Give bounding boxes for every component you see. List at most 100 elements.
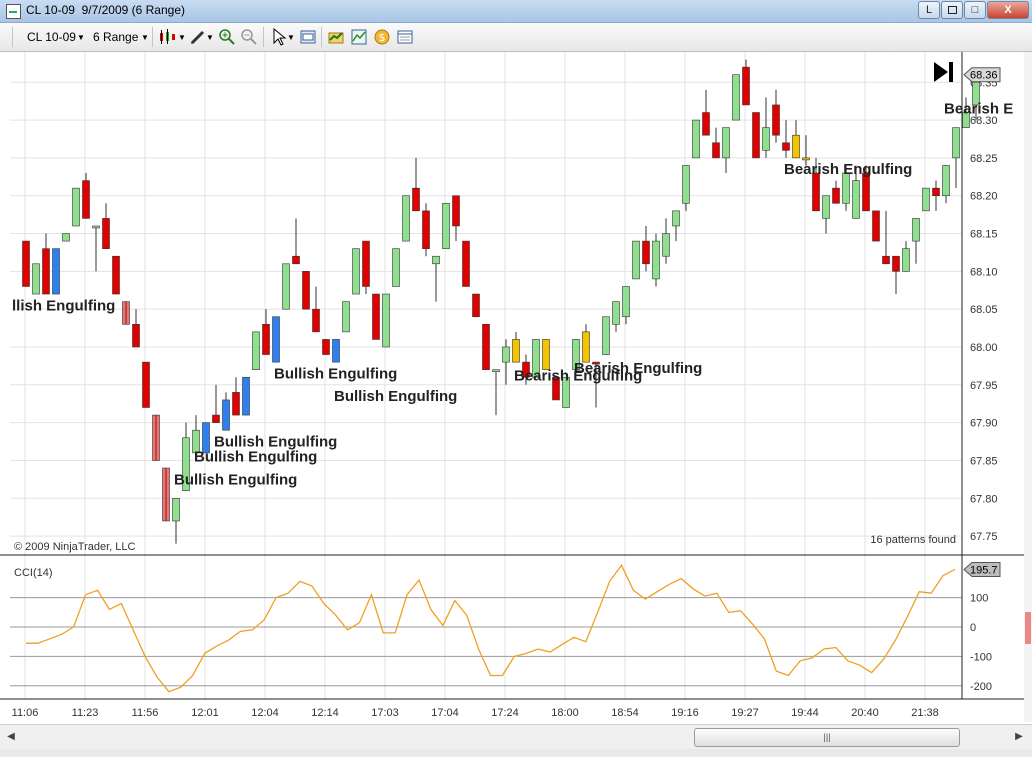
time-axis-tick-label: 19:27: [731, 707, 759, 719]
candle-body: [212, 414, 220, 423]
candle-body: [752, 112, 760, 159]
scroll-right-icon[interactable]: ▶: [1012, 729, 1026, 745]
toolbar-separator: [152, 27, 153, 47]
candlestick-style-icon[interactable]: [158, 28, 176, 46]
scroll-left-icon[interactable]: ◀: [4, 729, 18, 745]
candle-body: [812, 172, 820, 212]
dollar-icon[interactable]: $: [373, 28, 391, 46]
chart-canvas[interactable]: 68.3568.3068.2568.2068.1568.1068.0568.00…: [0, 52, 1032, 722]
time-axis-tick-label: 19:44: [791, 707, 819, 719]
scrollbar-thumb[interactable]: |||: [694, 728, 960, 747]
candle-body: [302, 271, 310, 310]
candle-body: [352, 248, 360, 295]
candle-body: [312, 308, 320, 333]
zoom-in-icon[interactable]: [218, 28, 236, 46]
interval-dropdown-icon[interactable]: ▼: [141, 33, 149, 42]
candle-body: [472, 293, 480, 318]
candle-body: [102, 218, 110, 249]
candle-body: [282, 263, 290, 310]
title-bar: CL 10-09 9/7/2009 (6 Range) L □ X: [0, 0, 1032, 23]
candle-body: [642, 240, 650, 265]
chart-area[interactable]: 68.35 68.30 68.25 68.20 68.15 68.10 68.05 68.00…: [0, 52, 1032, 722]
time-axis-tick-label: 12:14: [311, 707, 339, 719]
time-axis-tick-label: 18:54: [611, 707, 639, 719]
candle-body: [852, 180, 860, 219]
svg-text:$: $: [379, 31, 386, 44]
time-axis-tick-label: 12:04: [251, 707, 279, 719]
instrument-selector[interactable]: CL 10-09: [27, 30, 76, 44]
price-axis-tick-label: 67.95: [970, 380, 998, 392]
window-title: CL 10-09 9/7/2009 (6 Range): [26, 3, 185, 17]
candle-body: [932, 187, 940, 197]
status-bar: [0, 749, 1032, 757]
restore-icon: [947, 6, 957, 14]
price-axis-tick-label: 67.85: [970, 455, 998, 467]
strategy-icon[interactable]: [327, 28, 345, 46]
candle-body: [32, 263, 40, 295]
cci-axis-tick-label: -200: [970, 681, 992, 693]
chart-toolbar: CL 10-09 ▼ 6 Range ▼ ▼ ▼ ▼ $: [0, 23, 1032, 52]
toolbar-separator: [321, 27, 322, 47]
candle-body: [612, 301, 620, 325]
instrument-dropdown-icon[interactable]: ▼: [77, 33, 85, 42]
candle-body: [912, 218, 920, 242]
candle-body: [412, 187, 420, 212]
drawing-tool-icon[interactable]: [189, 28, 207, 46]
candle-body: [222, 399, 230, 431]
pattern-annotation: Bullish Engulfing: [274, 365, 397, 382]
candle-body: [392, 248, 400, 287]
price-axis-tick-label: 68.05: [970, 304, 998, 316]
go-to-end-bar-icon: [949, 62, 953, 82]
candle-body: [512, 339, 520, 363]
last-price-label: 68.36: [970, 70, 998, 82]
candle-body: [732, 74, 740, 121]
candle-body: [832, 187, 840, 204]
candle-body: [862, 172, 870, 212]
minimize-button[interactable]: L: [918, 1, 940, 19]
toolbar-separator: [263, 27, 264, 47]
candle-body: [172, 497, 180, 522]
candle-body: [322, 339, 330, 355]
candle-body: [402, 195, 410, 242]
time-axis-tick-label: 20:40: [851, 707, 879, 719]
properties-icon[interactable]: [299, 28, 317, 46]
time-axis-tick-label: 21:38: [911, 707, 939, 719]
candle-body: [602, 316, 610, 355]
close-button[interactable]: X: [987, 1, 1029, 19]
price-axis-tick-label: 68.20: [970, 191, 998, 203]
restore-button[interactable]: [941, 1, 963, 19]
pattern-annotation: Bearish Engulfing: [784, 161, 912, 178]
data-box-icon[interactable]: [396, 28, 414, 46]
pattern-annotation: llish Engulfing: [12, 297, 115, 314]
price-axis-tick-label: 68.00: [970, 342, 998, 354]
candle-body: [82, 180, 90, 219]
indicator-icon[interactable]: [350, 28, 368, 46]
candle-body: [902, 248, 910, 272]
candle-body: [892, 255, 900, 272]
maximize-button[interactable]: □: [964, 1, 986, 19]
pointer-icon[interactable]: [270, 27, 288, 46]
candle-body: [362, 240, 370, 287]
time-axis-tick-label: 19:16: [671, 707, 699, 719]
pattern-annotation: Bullish Engulfing: [194, 449, 317, 466]
interval-selector[interactable]: 6 Range: [93, 30, 138, 44]
time-axis-tick-label: 11:06: [12, 707, 39, 719]
chart-style-dropdown-icon[interactable]: ▼: [178, 33, 186, 42]
candle-body: [762, 127, 770, 151]
candle-body: [252, 331, 260, 370]
candle-body: [262, 324, 270, 355]
patterns-found-text: 16 patterns found: [870, 534, 956, 546]
candle-body: [452, 195, 460, 227]
drawing-dropdown-icon[interactable]: ▼: [206, 33, 214, 42]
zoom-out-icon[interactable]: [240, 28, 258, 46]
right-edge-marker: [1025, 612, 1031, 644]
candle-body: [672, 210, 680, 227]
pointer-dropdown-icon[interactable]: ▼: [287, 33, 295, 42]
candle-body: [492, 369, 500, 372]
candle-body: [692, 119, 700, 159]
candle-body: [52, 248, 60, 295]
horizontal-scrollbar[interactable]: ◀ ||| ▶: [0, 724, 1032, 749]
candle-body: [502, 346, 510, 363]
candle-body: [952, 127, 960, 159]
cci-axis-tick-label: 0: [970, 622, 976, 634]
